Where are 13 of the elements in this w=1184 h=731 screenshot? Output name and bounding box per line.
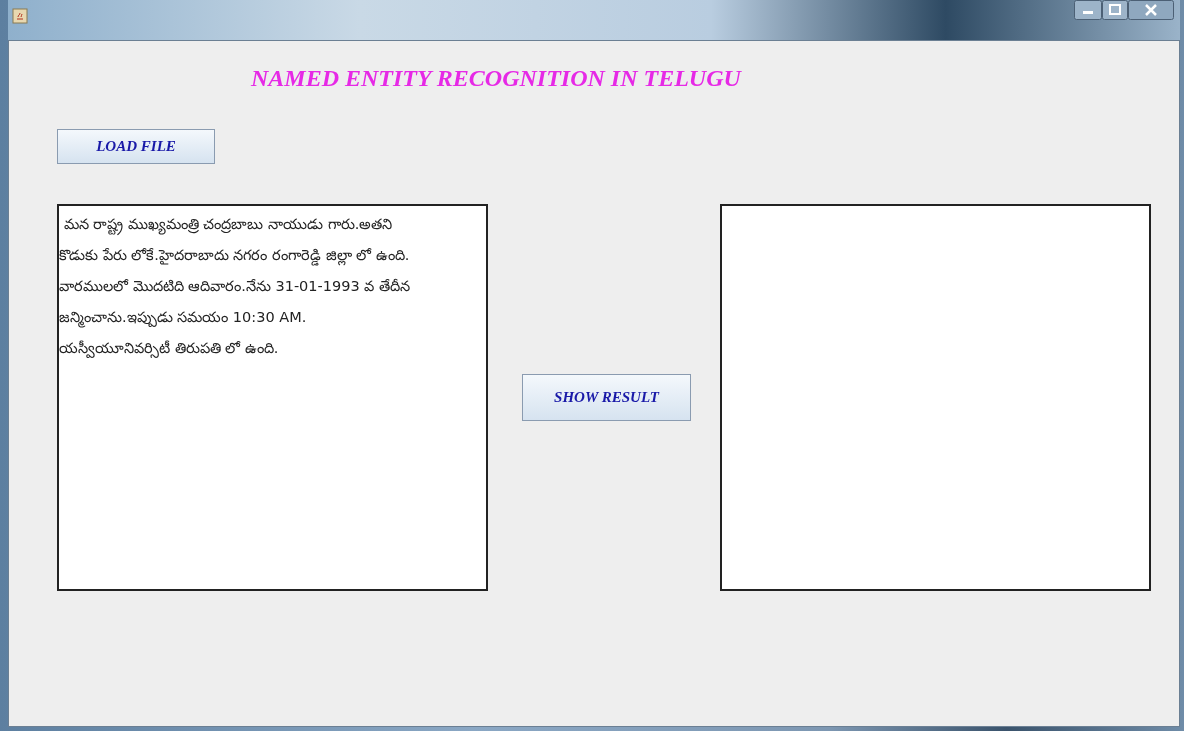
minimize-button[interactable] bbox=[1074, 0, 1102, 20]
app-heading: NAMED ENTITY RECOGNITION IN TELUGU bbox=[251, 65, 741, 92]
text-line: కొడుకు పేరు లోకే.హైదరాబాదు నగరం రంగారెడ్డి జిల్లా లో ఉంది. bbox=[59, 240, 486, 271]
show-result-button[interactable]: SHOW RESULT bbox=[522, 374, 691, 421]
load-file-button[interactable]: LOAD FILE bbox=[57, 129, 215, 164]
input-text-area[interactable] bbox=[57, 204, 488, 591]
text-line: యస్వీయూనివర్సిటీ తిరుపతి లో ఉంది. bbox=[59, 339, 280, 360]
close-button[interactable] bbox=[1128, 0, 1174, 20]
maximize-button[interactable] bbox=[1102, 0, 1128, 20]
text-line: వారములలో మొదటిది ఆదివారం.నేను 31-01-1993 వ తేదీన bbox=[59, 277, 411, 296]
text-line: జన్మించాను.ఇప్పుడు సమయం 10:30 AM. bbox=[59, 302, 486, 333]
text-line: మన రాష్ట్ర ముఖ్యమంత్రి చంద్రబాబు నాయుడు గారు.అతని bbox=[59, 209, 486, 240]
java-app-icon bbox=[12, 8, 28, 24]
